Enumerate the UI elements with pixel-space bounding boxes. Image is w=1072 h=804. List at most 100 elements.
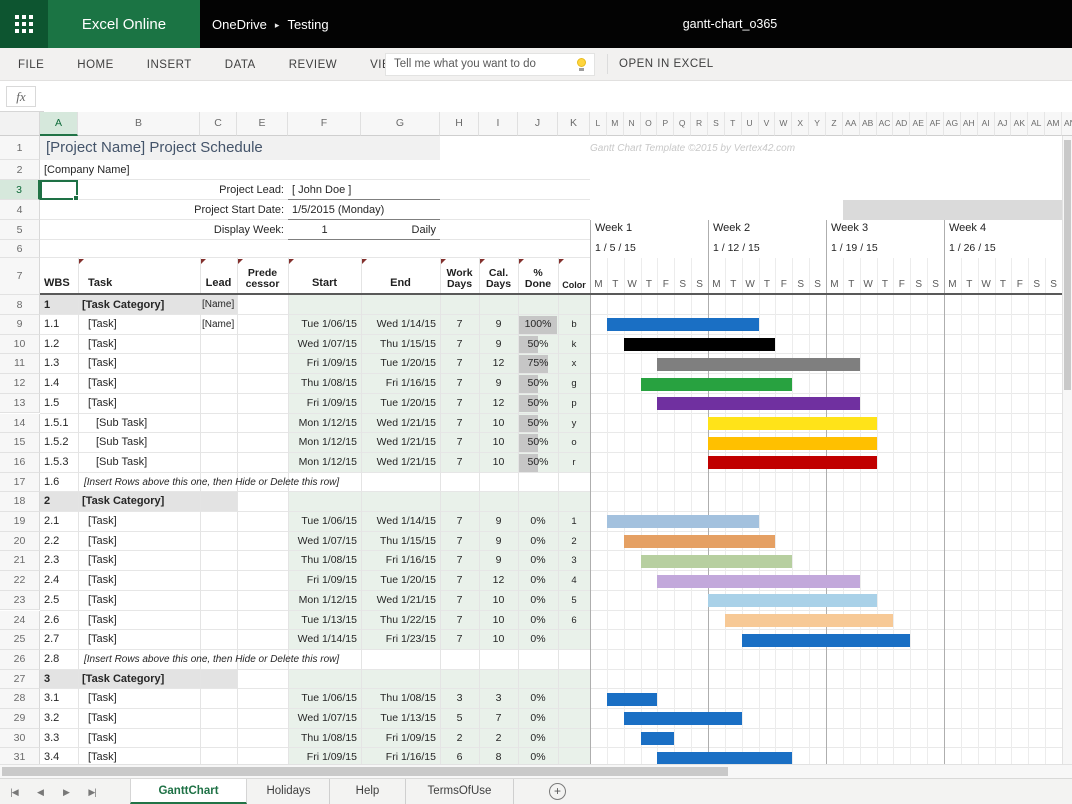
cell-caldays-r13[interactable]: 12 — [479, 394, 518, 414]
cell-wbs-r14[interactable]: 1.5.1 — [44, 414, 84, 434]
column-header-AI[interactable]: AI — [978, 112, 995, 136]
breadcrumb-location[interactable]: OneDrive — [212, 17, 267, 32]
cell-done-r20[interactable]: 0% — [518, 532, 558, 552]
cell-done-r25[interactable]: 0% — [518, 630, 558, 650]
cell-wbs-r26[interactable]: 2.8 — [44, 650, 84, 670]
cell-lead-r9[interactable]: [Name] — [202, 315, 242, 335]
row-header-28[interactable]: 28 — [0, 689, 40, 709]
cell-caldays-r10[interactable]: 9 — [479, 335, 518, 355]
cell-task-r29[interactable]: [Task] — [88, 709, 208, 729]
cell-color-code-r23[interactable]: 5 — [558, 591, 590, 611]
cell-wbs-r30[interactable]: 3.3 — [44, 729, 84, 749]
column-header-AM[interactable]: AM — [1045, 112, 1062, 136]
row-header-8[interactable]: 8 — [0, 295, 40, 315]
cell-end-r25[interactable]: Fri 1/23/15 — [363, 630, 436, 650]
cell-color-code-r9[interactable]: b — [558, 315, 590, 335]
column-header-T[interactable]: T — [725, 112, 742, 136]
add-sheet-button[interactable]: + — [549, 783, 566, 800]
cell-start-r30[interactable]: Thu 1/08/15 — [290, 729, 357, 749]
cell-caldays-r11[interactable]: 12 — [479, 354, 518, 374]
breadcrumb-folder[interactable]: Testing — [287, 17, 328, 32]
cell-task-r23[interactable]: [Task] — [88, 591, 208, 611]
row-header-6[interactable]: 6 — [0, 240, 40, 258]
cell-done-r12[interactable]: 50% — [518, 374, 558, 394]
cell-workdays-r15[interactable]: 7 — [440, 433, 479, 453]
meta-value-0[interactable]: [ John Doe ] — [292, 180, 452, 200]
cell-end-r23[interactable]: Wed 1/21/15 — [363, 591, 436, 611]
open-in-excel-button[interactable]: OPEN IN EXCEL — [619, 48, 714, 81]
cell-end-r31[interactable]: Fri 1/16/15 — [363, 748, 436, 764]
cell-wbs-r29[interactable]: 3.2 — [44, 709, 84, 729]
cell-caldays-r23[interactable]: 10 — [479, 591, 518, 611]
cell-start-r12[interactable]: Thu 1/08/15 — [290, 374, 357, 394]
cell-wbs-r16[interactable]: 1.5.3 — [44, 453, 84, 473]
column-header-AN[interactable]: AN — [1062, 112, 1072, 136]
fx-icon[interactable]: fx — [6, 86, 36, 107]
cell-workdays-r13[interactable]: 7 — [440, 394, 479, 414]
cell-caldays-r9[interactable]: 9 — [479, 315, 518, 335]
cell-done-r19[interactable]: 0% — [518, 512, 558, 532]
column-header-I[interactable]: I — [479, 112, 518, 136]
cell-workdays-r21[interactable]: 7 — [440, 551, 479, 571]
cell-done-r31[interactable]: 0% — [518, 748, 558, 764]
cell-task-r28[interactable]: [Task] — [88, 689, 208, 709]
ribbon-tab-home[interactable]: HOME — [77, 59, 114, 71]
cell-wbs-r18[interactable]: 2 — [44, 492, 84, 512]
company-name[interactable]: [Company Name] — [44, 160, 244, 180]
cell-end-r16[interactable]: Wed 1/21/15 — [363, 453, 436, 473]
column-header-U[interactable]: U — [742, 112, 759, 136]
column-header-AE[interactable]: AE — [910, 112, 927, 136]
column-header-V[interactable]: V — [759, 112, 776, 136]
row-header-18[interactable]: 18 — [0, 492, 40, 512]
cell-wbs-r27[interactable]: 3 — [44, 670, 84, 690]
cell-workdays-r10[interactable]: 7 — [440, 335, 479, 355]
cell-wbs-r15[interactable]: 1.5.2 — [44, 433, 84, 453]
row-header-3[interactable]: 3 — [0, 180, 40, 200]
column-header-AG[interactable]: AG — [944, 112, 961, 136]
cell-wbs-r31[interactable]: 3.4 — [44, 748, 84, 764]
cell-done-r28[interactable]: 0% — [518, 689, 558, 709]
tell-me-box[interactable]: Tell me what you want to do — [385, 53, 595, 76]
column-header-H[interactable]: H — [440, 112, 479, 136]
column-header-AD[interactable]: AD — [893, 112, 910, 136]
cell-done-r15[interactable]: 50% — [518, 433, 558, 453]
cell-wbs-r11[interactable]: 1.3 — [44, 354, 84, 374]
cell-done-r16[interactable]: 50% — [518, 453, 558, 473]
cell-done-r29[interactable]: 0% — [518, 709, 558, 729]
column-header-F[interactable]: F — [288, 112, 361, 136]
cell-wbs-r22[interactable]: 2.4 — [44, 571, 84, 591]
cell-color-code-r16[interactable]: r — [558, 453, 590, 473]
document-title[interactable]: gantt-chart_o365 — [630, 0, 830, 48]
column-header-K[interactable]: K — [558, 112, 590, 136]
cell-start-r10[interactable]: Wed 1/07/15 — [290, 335, 357, 355]
column-header-AH[interactable]: AH — [961, 112, 978, 136]
column-header-AJ[interactable]: AJ — [995, 112, 1012, 136]
cell-done-r10[interactable]: 50% — [518, 335, 558, 355]
cell-end-r9[interactable]: Wed 1/14/15 — [363, 315, 436, 335]
cell-start-r16[interactable]: Mon 1/12/15 — [290, 453, 357, 473]
row-header-11[interactable]: 11 — [0, 354, 40, 374]
row-header-27[interactable]: 27 — [0, 670, 40, 690]
column-header-X[interactable]: X — [792, 112, 809, 136]
row-header-26[interactable]: 26 — [0, 650, 40, 670]
cell-wbs-r13[interactable]: 1.5 — [44, 394, 84, 414]
column-header-J[interactable]: J — [518, 112, 558, 136]
column-header-AA[interactable]: AA — [843, 112, 860, 136]
column-header-Q[interactable]: Q — [674, 112, 691, 136]
row-header-15[interactable]: 15 — [0, 433, 40, 453]
cell-wbs-r25[interactable]: 2.7 — [44, 630, 84, 650]
cell-workdays-r28[interactable]: 3 — [440, 689, 479, 709]
cell-end-r22[interactable]: Tue 1/20/15 — [363, 571, 436, 591]
cell-done-r9[interactable]: 100% — [518, 315, 558, 335]
cell-done-r24[interactable]: 0% — [518, 611, 558, 631]
row-header-22[interactable]: 22 — [0, 571, 40, 591]
row-header-19[interactable]: 19 — [0, 512, 40, 532]
cell-start-r23[interactable]: Mon 1/12/15 — [290, 591, 357, 611]
cell-start-r13[interactable]: Fri 1/09/15 — [290, 394, 357, 414]
column-header-AK[interactable]: AK — [1011, 112, 1028, 136]
cell-workdays-r14[interactable]: 7 — [440, 414, 479, 434]
cell-task-r12[interactable]: [Task] — [88, 374, 208, 394]
cell-done-r22[interactable]: 0% — [518, 571, 558, 591]
cell-color-code-r10[interactable]: k — [558, 335, 590, 355]
column-header-A[interactable]: A — [40, 112, 78, 136]
